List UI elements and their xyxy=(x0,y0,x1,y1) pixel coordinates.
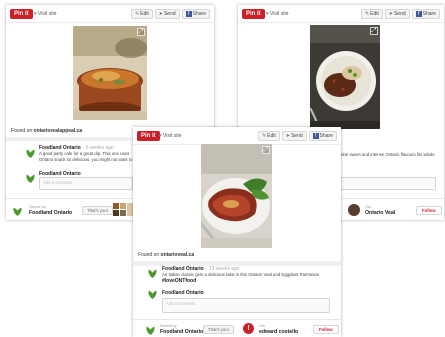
pin-it-button[interactable]: Pin it xyxy=(10,9,33,19)
expand-icon[interactable]: ⤢ xyxy=(370,27,378,35)
foodland-leaf-icon xyxy=(26,149,35,158)
send-button[interactable]: ➤Send xyxy=(154,9,180,19)
follow-button[interactable]: Follow xyxy=(416,206,442,215)
comment-input[interactable] xyxy=(340,177,436,190)
pencil-icon: ✎ xyxy=(364,11,370,17)
via-name[interactable]: edward costello xyxy=(259,329,298,335)
pencil-icon: ✎ xyxy=(134,11,140,17)
facebook-icon: f xyxy=(185,10,192,17)
veal-parmesan-photo xyxy=(201,144,272,248)
toolbar-actions: ✎Edit ➤Send f Share xyxy=(130,9,210,19)
pin-it-button[interactable]: Pin it xyxy=(242,9,265,19)
facebook-icon: f xyxy=(312,132,319,139)
send-arrow-icon: ➤ xyxy=(285,133,290,139)
comment-input[interactable]: Add a comment xyxy=(162,298,330,313)
visit-site-button[interactable]: ♥Visit site xyxy=(34,9,57,19)
pin-toolbar: Pin it ♥Visit site ✎Edit ➤Send f Share xyxy=(238,5,444,23)
foodland-leaf-icon xyxy=(148,269,157,278)
pin-card-veal-parmesan: Pin it ♥Visit site ✎Edit ➤Send f Share ⤢ … xyxy=(133,127,341,337)
found-domain-link[interactable]: ontarioveal.ca xyxy=(161,252,195,258)
heart-icon: ♥ xyxy=(266,11,269,17)
board-thumbnails[interactable] xyxy=(113,203,133,216)
pin-image[interactable]: ⤢ xyxy=(73,26,147,120)
comment-text-fragment: ntine sweet and intense Ontario flavours… xyxy=(339,152,435,157)
facebook-icon: f xyxy=(415,10,422,17)
pin-toolbar: Pin it ♥Visit site ✎Edit ➤Send f Share xyxy=(6,5,214,23)
foodland-leaf-icon xyxy=(146,326,155,335)
pin-toolbar: Pin it ♥Visit site ✎Edit ➤Send f Share xyxy=(133,127,341,145)
foodland-avatar[interactable] xyxy=(147,287,158,299)
veal-plate-photo xyxy=(310,25,380,129)
send-button[interactable]: ➤Send xyxy=(384,9,410,19)
pin-it-button[interactable]: Pin it xyxy=(137,131,160,141)
foodland-leaf-icon xyxy=(148,290,157,299)
found-on-line: Found on ontariorealappeal.ca xyxy=(11,128,83,134)
comment-hashtag[interactable]: #loveONTfood xyxy=(162,278,196,284)
ontario-veal-avatar[interactable] xyxy=(348,204,360,216)
foodland-avatar[interactable] xyxy=(25,171,36,183)
heart-icon: ♥ xyxy=(159,133,162,139)
edit-button[interactable]: ✎Edit xyxy=(130,9,153,19)
via-label: Via xyxy=(259,323,265,328)
foodland-leaf-icon xyxy=(26,174,35,183)
via-label: Via xyxy=(365,204,371,209)
saved-by-label: Saved by xyxy=(160,323,177,328)
visit-site-button[interactable]: ♥Visit site xyxy=(266,9,289,19)
edit-button[interactable]: ✎Edit xyxy=(360,9,383,19)
pin-icon[interactable]: ! xyxy=(243,323,254,334)
pencil-icon: ✎ xyxy=(261,133,267,139)
expand-icon[interactable]: ⤢ xyxy=(262,146,270,154)
dip-photo xyxy=(73,26,147,120)
found-domain-link[interactable]: ontariorealappeal.ca xyxy=(34,128,83,134)
heart-icon: ♥ xyxy=(34,11,37,17)
foodland-avatar[interactable] xyxy=(145,323,156,335)
toolbar-actions: ✎Edit ➤Send f Share xyxy=(360,9,440,19)
commenter-name: Foodland Ontario xyxy=(162,290,204,296)
foodland-avatar[interactable] xyxy=(147,266,158,278)
pin-footer: Saved by Foodland Ontario That's you! ! … xyxy=(133,319,341,337)
visit-site-button[interactable]: ♥Visit site xyxy=(159,131,182,141)
edit-button[interactable]: ✎Edit xyxy=(257,131,280,141)
share-button[interactable]: f Share xyxy=(181,9,210,19)
thats-you-button[interactable]: That's you! xyxy=(82,206,113,215)
pin-image[interactable]: ⤢ xyxy=(310,25,380,129)
found-on-line: Found on ontarioveal.ca xyxy=(138,252,195,258)
foodland-avatar[interactable] xyxy=(12,204,23,216)
saved-by-name[interactable]: Foodland Ontario xyxy=(160,329,203,335)
comment-input[interactable]: Add a comment xyxy=(39,177,133,190)
comment-text: A good party cafe for a great dip. This … xyxy=(39,151,133,163)
share-button[interactable]: f Share xyxy=(411,9,440,19)
send-arrow-icon: ➤ xyxy=(158,11,163,17)
send-arrow-icon: ➤ xyxy=(388,11,393,17)
thats-you-button[interactable]: That's you! xyxy=(203,325,234,334)
foodland-leaf-icon xyxy=(13,207,22,216)
pin-image[interactable]: ⤢ xyxy=(201,144,272,248)
via-name[interactable]: Ontario Veal xyxy=(365,210,395,216)
follow-button[interactable]: Follow xyxy=(313,325,339,334)
send-button[interactable]: ➤Send xyxy=(281,131,307,141)
toolbar-actions: ✎Edit ➤Send f Share xyxy=(257,131,337,141)
foodland-avatar[interactable] xyxy=(25,146,36,158)
share-button[interactable]: f Share xyxy=(308,131,337,141)
saved-by-name[interactable]: Foodland Ontario xyxy=(29,210,72,216)
expand-icon[interactable]: ⤢ xyxy=(137,28,145,36)
saved-by-label: Saved by xyxy=(29,204,46,209)
